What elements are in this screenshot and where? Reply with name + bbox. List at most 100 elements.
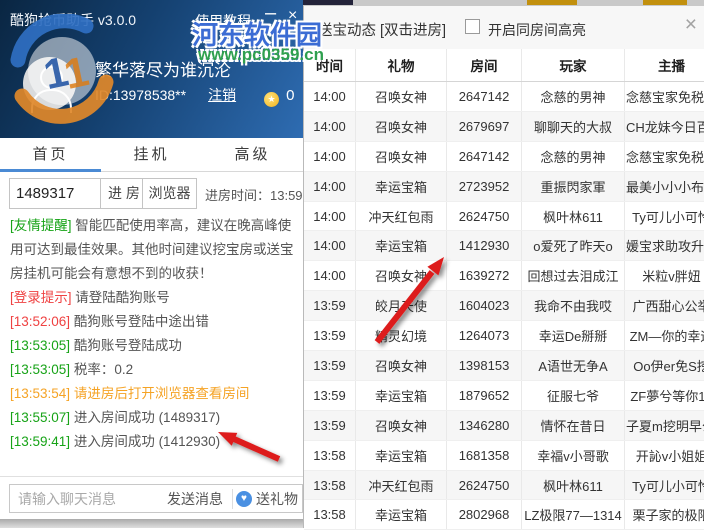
chat-box: 发送消息 ♥ 送礼物 [9,484,303,513]
enter-room-button[interactable]: 进 房 [100,179,147,208]
panel-header: 送宝动态 [双击进房] 开启同房间高亮 × [304,6,704,49]
table-cell: 2647142 [447,82,522,112]
table-cell: A语世无争A [522,351,625,381]
tab-bar: 首页 挂机 高级 [0,138,303,172]
table-cell: 幸运宝箱 [356,380,447,410]
table-cell: 召唤女神 [356,82,447,112]
table-cell: 14:00 [304,141,356,171]
log-tag: [13:52:06] [10,314,70,329]
highlight-checkbox[interactable] [465,19,480,34]
gift-activity-panel: 送宝动态 [双击进房] 开启同房间高亮 × 时间礼物房间玩家主播 14:00召唤… [303,5,704,528]
table-cell: o爱死了昨天o [522,231,625,261]
log-entry: [登录提示] 请登陆酷狗账号 [10,286,298,310]
table-cell: ZF夢兮等你19 [625,380,704,410]
table-cell: 子夏m挖明早公会 [625,410,704,440]
table-cell: 14:00 [304,261,356,291]
table-cell: 召唤女神 [356,111,447,141]
table-cell: Ty可儿小可怜 [625,201,704,231]
log-entry: [13:53:05] 酷狗账号登陆成功 [10,334,298,358]
table-cell: 精灵幻境 [356,321,447,351]
gift-table: 时间礼物房间玩家主播 14:00召唤女神2647142念慈的男神念慈宝家免税挖1… [304,49,704,530]
table-row[interactable]: 13:58幸运宝箱1681358幸福v小哥歌开訫v小姐姐 [304,440,704,470]
log-tag: [友情提醒] [10,218,72,233]
logout-link[interactable]: 注销 [208,87,236,103]
tutorial-link[interactable]: 使用教程 [195,11,251,31]
table-cell: 2802968 [447,500,522,530]
table-cell: 枫叶林611 [522,201,625,231]
table-cell: 13:58 [304,470,356,500]
log-message: 酷狗账号登陆成功 [70,338,182,353]
tab-hangup[interactable]: 挂机 [101,138,202,171]
table-row[interactable]: 14:00召唤女神2647142念慈的男神念慈宝家免税挖 [304,141,704,171]
send-gift-label: 送礼物 [256,489,298,509]
table-cell: 1398153 [447,351,522,381]
log-entry: [13:53:05] 税率：0.2 [10,358,298,382]
table-cell: 2624750 [447,470,522,500]
table-cell: 幸福v小哥歌 [522,440,625,470]
table-row[interactable]: 13:59召唤女神1398153A语世无争AOo伊er免S挖 [304,351,704,381]
table-row[interactable]: 13:59精灵幻境1264073幸运De掰掰ZM—你的幸运 [304,321,704,351]
tab-advanced[interactable]: 高级 [202,138,303,171]
table-row[interactable]: 14:00召唤女神2679697聊聊天的大叔CH龙妹今日百天 [304,111,704,141]
chat-message-input[interactable] [10,491,161,507]
window-bottom-edge [0,519,303,528]
table-cell: 2624750 [447,201,522,231]
close-icon[interactable]: × [288,7,297,25]
table-cell: 14:00 [304,82,356,112]
table-cell: 幸运宝箱 [356,171,447,201]
table-cell: 冲天红包雨 [356,470,447,500]
table-cell: ZM—你的幸运 [625,321,704,351]
user-id: ID:13978538** [95,87,186,103]
table-row[interactable]: 13:58幸运宝箱2802968LZ极限77—1314栗子家的极限 [304,500,704,530]
tab-home[interactable]: 首页 [0,138,101,171]
table-row[interactable]: 14:00幸运宝箱1412930o爱死了昨天o媛宝求助攻升级 [304,231,704,261]
table-cell: 幸运宝箱 [356,500,447,530]
browser-button[interactable]: 浏览器 [142,178,197,209]
table-row[interactable]: 14:00冲天红包雨2624750枫叶林611Ty可儿小可怜 [304,201,704,231]
send-gift-button[interactable]: ♥ 送礼物 [236,489,302,509]
table-row[interactable]: 14:00召唤女神1639272回想过去泪成江米粒v胖妞 [304,261,704,291]
column-header: 房间 [447,49,522,82]
column-header: 玩家 [522,49,625,82]
table-cell: 广西甜心公举 [625,291,704,321]
person-icon [31,89,72,113]
table-cell: 2679697 [447,111,522,141]
table-cell: CH龙妹今日百天 [625,111,704,141]
table-cell: 冲天红包雨 [356,201,447,231]
table-cell: 念慈宝家免税挖 [625,82,704,112]
table-cell: 13:58 [304,500,356,530]
table-cell: 1681358 [447,440,522,470]
table-row[interactable]: 13:58冲天红包雨2624750枫叶林611Ty可儿小可怜 [304,470,704,500]
log-entry: [13:55:07] 进入房间成功 (1489317) [10,406,298,430]
log-list: [友情提醒] 智能匹配使用率高，建议在晚高峰使用可达到最佳效果。其他时间建议挖宝… [10,214,298,454]
panel-close-icon[interactable]: × [685,14,697,35]
column-header: 主播 [625,49,704,82]
table-cell: 召唤女神 [356,410,447,440]
panel-title: 送宝动态 [双击进房] [318,19,446,40]
table-cell: 幸运宝箱 [356,440,447,470]
main-window: 酷狗抢币助手 v3.0.0 使用教程 – × 繁华落尽为谁沉沦 ID:13978… [0,0,303,528]
log-message: 进入房间成功 (1412930) [70,434,220,449]
app-title: 酷狗抢币助手 v3.0.0 [10,10,136,30]
table-cell: 1412930 [447,231,522,261]
log-entry: [13:53:54] 请进房后打开浏览器查看房间 [10,382,298,406]
table-cell: LZ极限77—1314 [522,500,625,530]
table-cell: 征服七爷 [522,380,625,410]
room-id-input[interactable] [10,179,100,208]
send-message-button[interactable]: 发送消息 [161,489,229,509]
table-row[interactable]: 14:00幸运宝箱2723952重振閃家軍最美小小小布丁 [304,171,704,201]
table-row[interactable]: 13:59幸运宝箱1879652征服七爷ZF夢兮等你19 [304,380,704,410]
log-message: 进入房间成功 (1489317) [70,410,220,425]
minimize-icon[interactable]: – [265,2,276,25]
table-cell: 14:00 [304,231,356,261]
table-row[interactable]: 14:00召唤女神2647142念慈的男神念慈宝家免税挖 [304,82,704,112]
table-cell: 13:59 [304,410,356,440]
column-header: 礼物 [356,49,447,82]
log-message: 税率：0.2 [70,362,133,377]
table-cell: 栗子家的极限 [625,500,704,530]
table-cell: 回想过去泪成江 [522,261,625,291]
table-row[interactable]: 13:59召唤女神1346280情怀在昔日子夏m挖明早公会 [304,410,704,440]
user-nickname: 繁华落尽为谁沉沦 [95,56,231,81]
table-cell: 召唤女神 [356,141,447,171]
table-row[interactable]: 13:59皎月天使1604023我命不由我哎广西甜心公举 [304,291,704,321]
